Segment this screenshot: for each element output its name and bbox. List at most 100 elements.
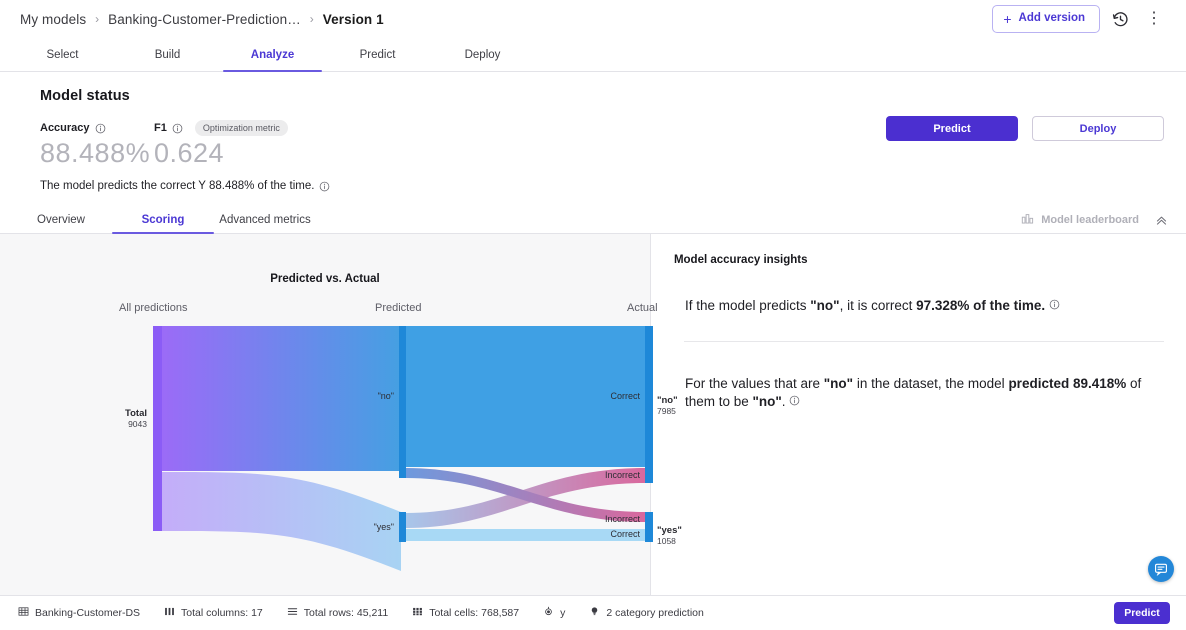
info-icon[interactable] [319, 181, 330, 192]
content-area: Predicted vs. Actual All predictions Pre… [0, 234, 1186, 595]
breadcrumb-bar: My models › Banking-Customer-Prediction…… [0, 0, 1186, 38]
sankey-label-pred-yes: "yes" [374, 522, 394, 532]
sankey-label-act-yes: "yes" [657, 525, 682, 536]
main-nav-tabs: Select Build Analyze Predict Deploy [0, 38, 1186, 72]
status-sentence-text: The model predicts the correct Y 88.488%… [40, 180, 315, 192]
sankey-diagram: Total 9043 "no" "yes" Correct Incorrect … [125, 326, 682, 571]
model-leaderboard-label: Model leaderboard [1041, 214, 1139, 226]
breadcrumb-item-my-models[interactable]: My models [20, 12, 86, 27]
breadcrumb: My models › Banking-Customer-Prediction…… [20, 12, 384, 27]
sankey-value-act-yes: 1058 [657, 536, 676, 546]
chat-bubble-icon[interactable] [1148, 556, 1174, 582]
add-version-button[interactable]: + Add version [992, 5, 1100, 33]
sankey-link-label-correct-yes: Correct [610, 529, 640, 539]
bottom-status-bar: Banking-Customer-DS Total columns: 17 To… [0, 595, 1186, 630]
chevron-double-up-icon[interactable] [1155, 214, 1168, 227]
link-pred-yes-act-yes [406, 529, 645, 541]
bulb-icon [589, 606, 600, 620]
status-sentence: The model predicts the correct Y 88.488%… [40, 180, 1164, 192]
tab-select[interactable]: Select [10, 38, 115, 71]
f1-value: 0.624 [154, 138, 225, 168]
f1-metric-label: F1 Optimization metric [154, 120, 288, 136]
sub-tabs-right: Model leaderboard [1021, 212, 1186, 233]
sankey-links-stage1 [162, 326, 401, 571]
link-pred-no-act-no [406, 326, 645, 467]
sankey-label-total: Total [125, 408, 147, 419]
model-status-section: Model status Accuracy F1 Optimization me… [0, 72, 1186, 192]
sankey-node-act-yes[interactable] [645, 512, 653, 542]
tab-analyze[interactable]: Analyze [220, 38, 325, 72]
breadcrumb-separator: › [95, 12, 100, 26]
add-version-label: Add version [1018, 12, 1085, 25]
tab-overview[interactable]: Overview [10, 214, 112, 233]
sankey-link-label-incorrect-yes: Incorrect [605, 514, 641, 524]
rows-icon [287, 606, 298, 620]
sankey-node-pred-yes[interactable] [399, 512, 406, 542]
more-options-icon[interactable]: ⋮ [1140, 5, 1168, 33]
bar-chart-icon [1021, 212, 1034, 228]
stat-dataset-label: Banking-Customer-DS [35, 607, 141, 619]
kebab-glyph: ⋮ [1146, 10, 1162, 27]
accuracy-value: 88.488% [40, 138, 151, 168]
stat-prediction-type: 2 category prediction [589, 606, 704, 620]
sankey-value-total: 9043 [128, 419, 147, 429]
tab-advanced-metrics[interactable]: Advanced metrics [214, 214, 316, 233]
insight-bold-2a: "no" [823, 376, 854, 392]
accuracy-metric-label: Accuracy [40, 122, 154, 134]
chart-title: Predicted vs. Actual [270, 273, 380, 285]
column-label-predicted: Predicted [375, 302, 422, 314]
stat-prediction-type-label: 2 category prediction [606, 607, 704, 619]
info-icon[interactable] [172, 123, 183, 134]
stat-columns: Total columns: 17 [164, 606, 263, 620]
page-title: Model status [40, 88, 130, 104]
sankey-link-label-correct-no: Correct [610, 391, 640, 401]
predict-button[interactable]: Predict [886, 116, 1018, 141]
insight-bold-2b: predicted 89.418% [1008, 376, 1127, 392]
stat-dataset: Banking-Customer-DS [18, 606, 140, 620]
column-label-actual: Actual [627, 302, 658, 314]
breadcrumb-item-model[interactable]: Banking-Customer-Prediction… [108, 12, 301, 27]
insight-text-2b: in the dataset, the model [853, 376, 1009, 392]
column-label-all-predictions: All predictions [119, 302, 188, 314]
breadcrumb-separator: › [309, 12, 314, 26]
stat-cells-label: Total cells: 768,587 [429, 607, 520, 619]
sankey-chart-pane: Predicted vs. Actual All predictions Pre… [0, 234, 682, 595]
insight-text-1b: , it is correct [839, 298, 917, 313]
sankey-label-pred-no: "no" [378, 391, 394, 401]
insights-title: Model accuracy insights [673, 254, 808, 266]
table-icon [18, 606, 29, 620]
history-icon[interactable] [1106, 5, 1134, 33]
sankey-node-total[interactable] [153, 326, 162, 531]
model-leaderboard-button[interactable]: Model leaderboard [1021, 212, 1139, 228]
link-total-pred-no [162, 326, 401, 471]
sub-tabs: Overview Scoring Advanced metrics Model … [0, 206, 1186, 234]
stat-rows: Total rows: 45,211 [287, 606, 388, 620]
info-icon[interactable] [1049, 299, 1060, 310]
link-total-pred-yes [162, 472, 401, 571]
info-icon[interactable] [95, 123, 106, 134]
breadcrumb-item-version: Version 1 [322, 11, 384, 27]
cells-icon [412, 606, 423, 620]
tab-scoring[interactable]: Scoring [112, 214, 214, 234]
optimization-metric-badge: Optimization metric [194, 120, 288, 136]
tab-build[interactable]: Build [115, 38, 220, 71]
stat-rows-label: Total rows: 45,211 [303, 607, 389, 619]
target-icon [543, 606, 554, 620]
bottom-predict-button[interactable]: Predict [1114, 602, 1170, 624]
tab-predict[interactable]: Predict [325, 38, 430, 71]
deploy-button[interactable]: Deploy [1032, 116, 1164, 141]
status-actions: Predict Deploy [886, 116, 1164, 141]
insight-bold-1a: "no" [810, 298, 840, 313]
tab-deploy[interactable]: Deploy [430, 38, 535, 71]
columns-icon [164, 606, 175, 620]
accuracy-label: Accuracy [40, 122, 90, 134]
metric-values: 88.488% 0.624 [40, 138, 1164, 169]
stat-target-label: y [560, 607, 566, 619]
sankey-link-label-incorrect-no: Incorrect [605, 470, 641, 480]
sankey-node-act-no[interactable] [645, 326, 653, 483]
sankey-node-pred-no[interactable] [399, 326, 406, 478]
breadcrumb-actions: + Add version ⋮ [992, 5, 1168, 33]
app-root: My models › Banking-Customer-Prediction…… [0, 0, 1186, 630]
plus-icon: + [1003, 11, 1012, 27]
sankey-links-stage2 [406, 326, 645, 541]
